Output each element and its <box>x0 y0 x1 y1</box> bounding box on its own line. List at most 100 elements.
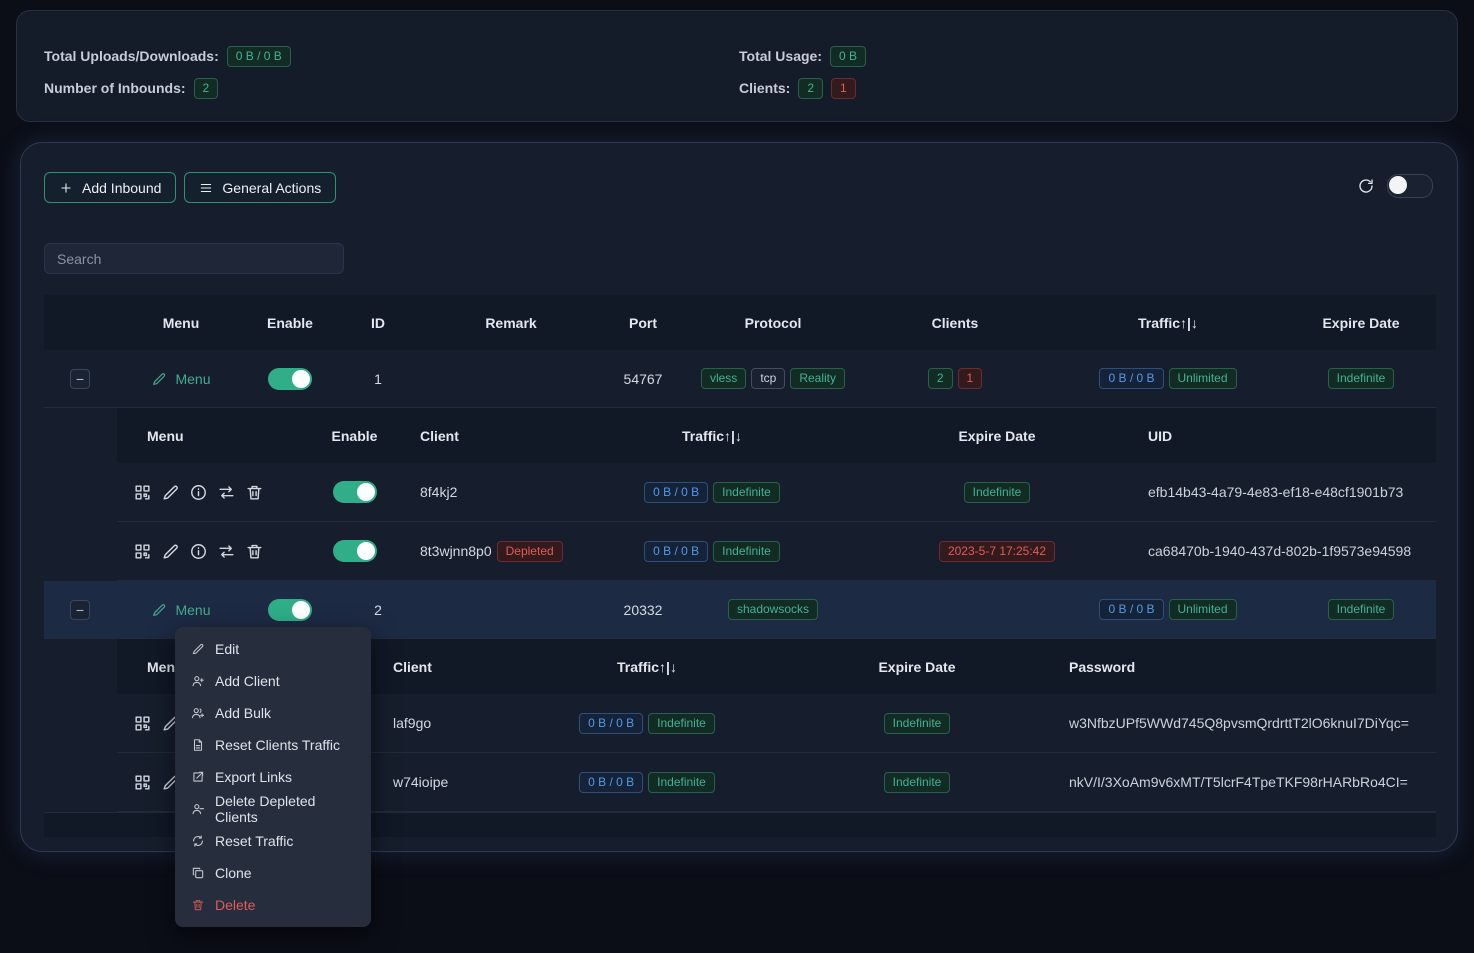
client-name: w74ioipe <box>367 774 527 790</box>
reset-traffic-icon[interactable] <box>217 483 236 502</box>
header-expire-date: Expire Date <box>1286 315 1436 331</box>
qrcode-icon[interactable] <box>133 714 152 733</box>
inbound-menu-button[interactable]: Menu <box>116 371 246 387</box>
file-sync-icon <box>191 738 205 752</box>
client-name-cell: 8t3wjnn8p0 Depleted <box>402 541 572 562</box>
menu-item-reset-clients-traffic[interactable]: Reset Clients Traffic <box>175 729 371 761</box>
inbound-id: 1 <box>334 371 422 387</box>
plus-icon <box>59 181 73 195</box>
stat-clients: Clients: 2 1 <box>739 77 866 99</box>
protocol-tag: tcp <box>751 368 785 389</box>
traffic-limit-badge: Indefinite <box>713 541 780 562</box>
inbound-expire: Indefinite <box>1286 599 1436 620</box>
inbound-port: 54767 <box>600 371 686 387</box>
add-inbound-button[interactable]: Add Inbound <box>44 172 176 203</box>
inbound-context-menu: Edit Add Client Add Bulk Reset Clients T… <box>175 627 371 927</box>
header-port: Port <box>600 315 686 331</box>
client-actions <box>117 483 307 502</box>
header-traffic-sort[interactable]: Traffic↑|↓ <box>1050 315 1286 331</box>
info-icon[interactable] <box>189 542 208 561</box>
stat-uploads-downloads: Total Uploads/Downloads: 0 B / 0 B <box>44 45 291 67</box>
info-icon[interactable] <box>189 483 208 502</box>
refresh-button[interactable] <box>1357 177 1375 195</box>
traffic-limit-badge: Indefinite <box>648 772 715 793</box>
client-expire: Indefinite <box>852 482 1142 503</box>
client-enable-toggle[interactable] <box>333 540 377 562</box>
header-traffic-sort[interactable]: Traffic↑|↓ <box>527 659 767 675</box>
inbound-id: 2 <box>334 602 422 618</box>
stat-uploads-label: Total Uploads/Downloads: <box>44 48 219 64</box>
traffic-badge: 0 B / 0 B <box>644 482 708 503</box>
menu-item-add-bulk[interactable]: Add Bulk <box>175 697 371 729</box>
menu-lines-icon <box>199 181 213 195</box>
menu-item-export-links[interactable]: Export Links <box>175 761 371 793</box>
menu-item-delete[interactable]: Delete <box>175 889 371 921</box>
client-expire: Indefinite <box>767 713 1067 734</box>
header-password: Password <box>1067 659 1436 675</box>
header-expire-date: Expire Date <box>767 659 1067 675</box>
client-table-header: Menu Enable Client Traffic↑|↓ Expire Dat… <box>117 408 1436 463</box>
client-name: laf9go <box>367 715 527 731</box>
stat-inbounds-label: Number of Inbounds: <box>44 80 186 96</box>
header-uid: UID <box>1142 428 1436 444</box>
inbound-clients-badges: 2 1 <box>860 368 1050 389</box>
inbound-menu-button[interactable]: Menu <box>116 602 246 618</box>
menu-item-edit[interactable]: Edit <box>175 633 371 665</box>
general-actions-label: General Actions <box>222 180 321 196</box>
menu-item-reset-traffic[interactable]: Reset Traffic <box>175 825 371 857</box>
inbound-port: 20332 <box>600 602 686 618</box>
header-traffic-sort[interactable]: Traffic↑|↓ <box>572 428 852 444</box>
client-actions <box>117 542 307 561</box>
inbound-row-1: − Menu 1 54767 vless tcp Reality 2 1 0 B… <box>44 350 1436 408</box>
reset-traffic-icon[interactable] <box>217 542 236 561</box>
collapse-row-button[interactable]: − <box>70 600 90 620</box>
traffic-limit-badge: Indefinite <box>648 713 715 734</box>
search-input[interactable] <box>44 243 344 274</box>
stat-usage-label: Total Usage: <box>739 48 822 64</box>
inbound-protocol-tags: vless tcp Reality <box>686 368 860 389</box>
expire-badge: 2023-5-7 17:25:42 <box>939 541 1055 562</box>
header-enable: Enable <box>246 315 334 331</box>
stat-clients-active: 2 <box>798 78 823 99</box>
expire-badge: Indefinite <box>884 713 951 734</box>
client-row: 8t3wjnn8p0 Depleted 0 B / 0 B Indefinite… <box>117 522 1436 581</box>
inbound-protocol-tags: shadowsocks <box>686 599 860 620</box>
header-protocol: Protocol <box>686 315 860 331</box>
qrcode-icon[interactable] <box>133 542 152 561</box>
menu-item-add-client[interactable]: Add Client <box>175 665 371 697</box>
menu-item-clone[interactable]: Clone <box>175 857 371 889</box>
dark-mode-toggle[interactable] <box>1387 174 1433 198</box>
delete-icon[interactable] <box>245 542 264 561</box>
header-menu: Menu <box>117 428 307 444</box>
edit-icon[interactable] <box>161 483 180 502</box>
expire-badge: Indefinite <box>1328 599 1395 620</box>
traffic-limit-badge: Unlimited <box>1169 599 1237 620</box>
depleted-badge: Depleted <box>497 541 563 562</box>
user-delete-icon <box>191 802 205 816</box>
client-enable-toggle[interactable] <box>333 481 377 503</box>
traffic-limit-badge: Indefinite <box>713 482 780 503</box>
qrcode-icon[interactable] <box>133 773 152 792</box>
stat-usage-value: 0 B <box>830 46 866 67</box>
delete-icon[interactable] <box>245 483 264 502</box>
inbound-enable-toggle[interactable] <box>268 599 312 621</box>
expire-badge: Indefinite <box>1328 368 1395 389</box>
client-password: w3NfbzUPf5WWd745Q8pvsmQrdrttT2lO6knuI7Di… <box>1067 715 1436 731</box>
header-clients: Clients <box>860 315 1050 331</box>
protocol-tag: vless <box>701 368 746 389</box>
menu-item-delete-depleted-clients[interactable]: Delete Depleted Clients <box>175 793 371 825</box>
client-traffic: 0 B / 0 B Indefinite <box>527 713 767 734</box>
qrcode-icon[interactable] <box>133 483 152 502</box>
inbound-enable-toggle[interactable] <box>268 368 312 390</box>
client-password: nkV/I/3XoAm9v6xMT/T5lcrF4TpeTKF98rHARbRo… <box>1067 774 1436 790</box>
collapse-row-button[interactable]: − <box>70 369 90 389</box>
traffic-limit-badge: Unlimited <box>1169 368 1237 389</box>
edit-icon[interactable] <box>161 542 180 561</box>
user-group-add-icon <box>191 706 205 720</box>
copy-icon <box>191 866 205 880</box>
header-remark: Remark <box>422 315 600 331</box>
general-actions-button[interactable]: General Actions <box>184 172 336 203</box>
stat-clients-label: Clients: <box>739 80 790 96</box>
stats-card: Total Uploads/Downloads: 0 B / 0 B Numbe… <box>16 10 1458 122</box>
traffic-badge: 0 B / 0 B <box>1099 599 1163 620</box>
